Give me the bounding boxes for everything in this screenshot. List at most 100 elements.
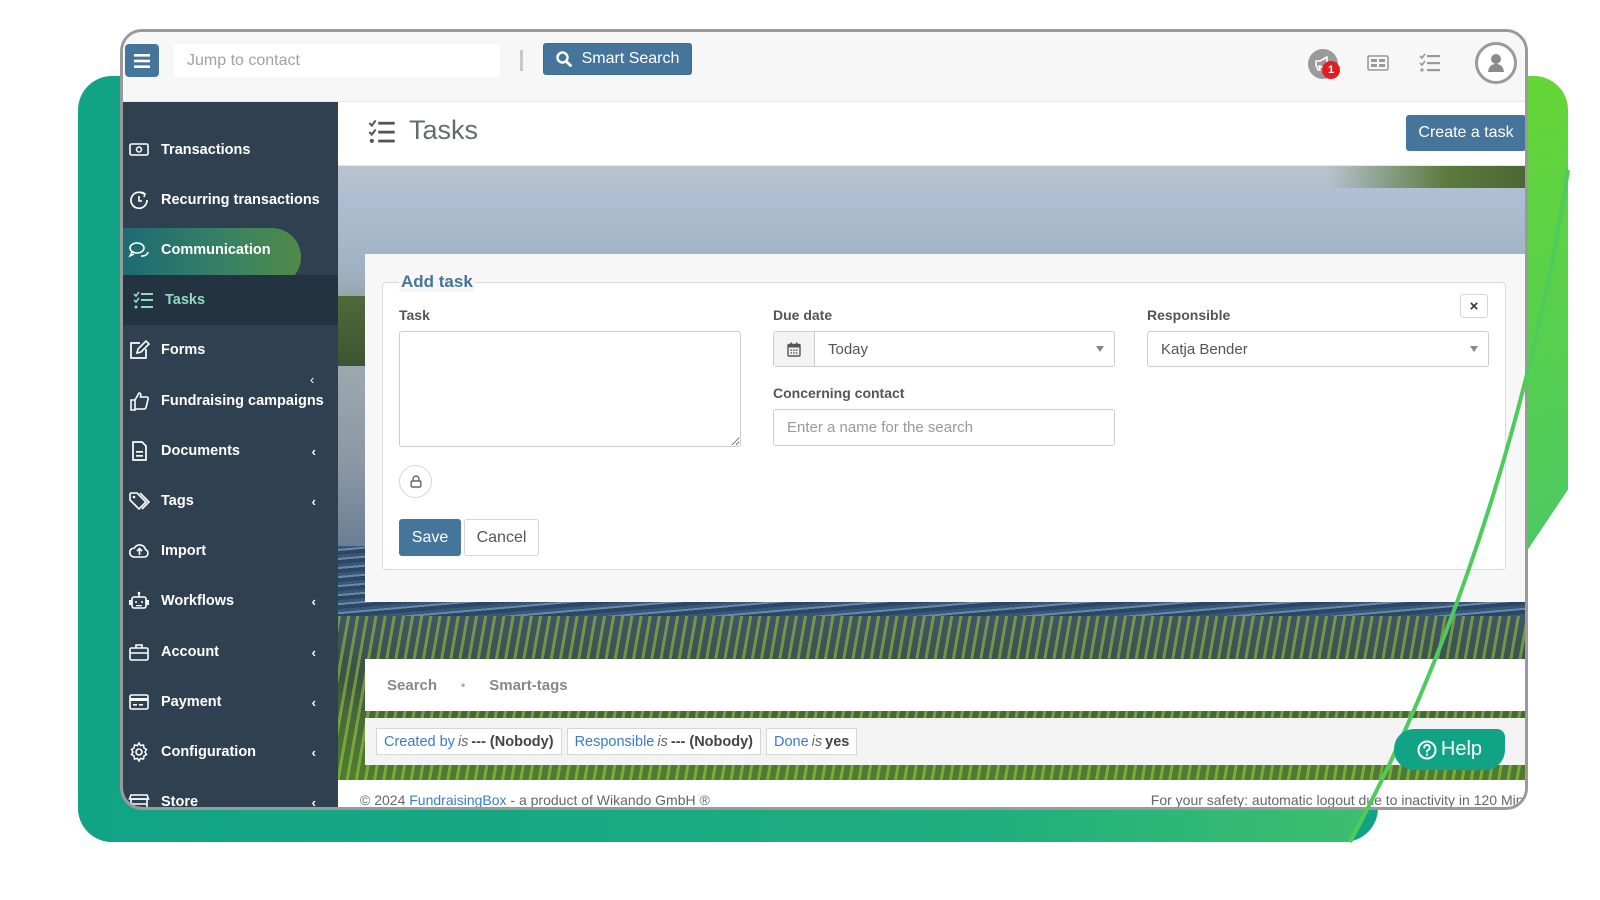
active-filters: Created by is --- (Nobody) Responsible is ---…	[365, 718, 1525, 765]
task-list-icon	[1419, 53, 1440, 72]
sidebar-item-communication[interactable]: Communication	[123, 225, 338, 275]
sidebar-item-tags[interactable]: Tags ‹	[123, 476, 338, 526]
sidebar-item-configuration[interactable]: Configuration ‹	[123, 727, 338, 777]
sidebar-item-recurring-transactions[interactable]: Recurring transactions	[123, 175, 338, 225]
due-date-value[interactable]: Today	[815, 332, 1114, 366]
concerning-contact-label: Concerning contact	[773, 385, 905, 401]
question-circle-icon	[1417, 740, 1437, 759]
sidebar-item-fundraising-campaigns[interactable]: Fundraising campaigns	[123, 376, 338, 426]
sidebar-item-label: Workflows	[161, 593, 235, 609]
cancel-button[interactable]: Cancel	[464, 519, 539, 556]
sidebar-item-documents[interactable]: Documents ‹	[123, 426, 338, 476]
sidebar-item-account[interactable]: Account ‹	[123, 627, 338, 677]
topbar-divider	[520, 50, 523, 71]
filter-field: Created by	[384, 733, 455, 750]
sidebar-item-label: Tags	[161, 493, 194, 509]
add-task-form: Task Save Cancel Due date Today Responsi…	[382, 282, 1506, 570]
task-label: Task	[399, 307, 430, 323]
responsible-label: Responsible	[1147, 307, 1231, 323]
filter-chip[interactable]: Created by is --- (Nobody)	[376, 728, 562, 755]
news-button[interactable]	[1366, 54, 1390, 72]
trees-right-decoration	[1328, 166, 1525, 188]
task-textarea[interactable]	[399, 331, 741, 447]
tasks-shortcut-button[interactable]	[1418, 52, 1442, 74]
filter-chip[interactable]: Done is yes	[766, 728, 858, 755]
jump-to-contact-input[interactable]	[174, 44, 500, 77]
top-navbar: Smart Search 1	[123, 32, 1525, 102]
filter-operator: is	[657, 733, 668, 750]
newspaper-icon	[1367, 55, 1389, 71]
chevron-left-icon: ‹	[311, 443, 316, 459]
trees-left-decoration	[338, 296, 368, 366]
chevron-left-icon: ‹	[311, 694, 316, 710]
add-task-panel: Task Save Cancel Due date Today Responsi…	[365, 254, 1525, 602]
smart-search-button[interactable]: Smart Search	[543, 43, 692, 75]
copyright-prefix: © 2024	[360, 792, 410, 808]
money-icon	[128, 139, 150, 161]
credit-card-icon	[128, 691, 150, 713]
filter-value: --- (Nobody)	[471, 733, 554, 750]
sidebar-item-label: Tasks	[165, 292, 206, 308]
due-date-select[interactable]: Today	[773, 331, 1115, 367]
sidebar-item-transactions[interactable]: Transactions	[123, 125, 338, 175]
filter-field: Responsible	[574, 733, 655, 750]
thumbs-up-icon	[128, 390, 150, 412]
tab-search[interactable]: Search	[365, 677, 437, 694]
sidebar-item-label: Account	[161, 644, 219, 660]
chevron-left-icon: ‹	[311, 794, 316, 810]
save-button[interactable]: Save	[399, 519, 461, 556]
responsible-select[interactable]: Katja Bender	[1147, 331, 1489, 367]
page-header: Tasks Create a task	[338, 102, 1525, 166]
private-toggle-button[interactable]	[399, 465, 432, 498]
responsible-value[interactable]: Katja Bender	[1148, 332, 1488, 366]
sidebar-item-workflows[interactable]: Workflows ‹	[123, 576, 338, 626]
tab-separator: •	[461, 678, 466, 692]
sidebar-item-import[interactable]: Import	[123, 526, 338, 576]
filter-value: yes	[825, 733, 850, 750]
gear-icon	[128, 741, 150, 763]
robot-icon	[128, 590, 150, 612]
copyright-suffix: - a product of Wikando GmbH ®	[506, 792, 710, 808]
sidebar-item-payment[interactable]: Payment ‹	[123, 677, 338, 727]
responsible-text: Katja Bender	[1161, 340, 1248, 358]
concerning-contact-input[interactable]	[773, 409, 1115, 446]
background-landscape-image: Task Save Cancel Due date Today Responsi…	[338, 166, 1525, 807]
tags-icon	[128, 490, 150, 512]
chevron-left-icon: ‹	[311, 644, 316, 660]
lock-icon	[410, 475, 422, 488]
close-form-button[interactable]: ×	[1460, 294, 1488, 318]
due-date-text: Today	[828, 340, 869, 358]
help-button[interactable]: Help	[1394, 729, 1505, 770]
sidebar-item-label: Payment	[161, 694, 222, 710]
chevron-left-icon: ‹	[311, 744, 316, 760]
cloud-upload-icon	[128, 540, 150, 562]
filter-field: Done	[774, 733, 809, 750]
sidebar-menu: Transactions Recurring transactions Commun…	[123, 102, 338, 810]
notification-count-badge: 1	[1322, 61, 1340, 79]
logout-notice: For your safety: automatic logout due to…	[1150, 792, 1528, 808]
menu-toggle-button[interactable]	[125, 44, 159, 77]
tab-smart-tags[interactable]: Smart-tags	[467, 677, 567, 694]
search-tabs: Search • Smart-tags	[365, 659, 1525, 711]
user-menu-button[interactable]	[1475, 42, 1517, 84]
sidebar-item-label: Documents	[161, 443, 240, 459]
footer: © 2024 FundraisingBox - a product of Wik…	[338, 780, 1528, 808]
sidebar-item-label: Fundraising campaigns	[161, 393, 324, 409]
add-task-legend: Add task	[399, 272, 475, 292]
sidebar-item-label: Store	[161, 794, 199, 810]
filter-chip[interactable]: Responsible is --- (Nobody)	[566, 728, 761, 755]
filter-value: --- (Nobody)	[670, 733, 753, 750]
user-avatar-icon	[1482, 49, 1510, 77]
sidebar-item-label: Communication	[161, 242, 271, 258]
sidebar-item-forms[interactable]: Forms	[123, 325, 338, 375]
calendar-addon[interactable]	[774, 332, 815, 366]
sidebar-item-tasks[interactable]: Tasks	[123, 275, 338, 325]
edit-form-icon	[128, 339, 150, 361]
close-icon: ×	[1469, 297, 1479, 315]
sidebar-item-store[interactable]: Store ‹	[123, 777, 338, 810]
app-window: Smart Search 1 ‹ Task	[120, 29, 1528, 810]
create-task-button[interactable]: Create a task	[1406, 115, 1525, 151]
task-list-icon	[132, 289, 154, 311]
fundraisingbox-link[interactable]: FundraisingBox	[409, 792, 506, 807]
search-icon	[555, 51, 572, 67]
